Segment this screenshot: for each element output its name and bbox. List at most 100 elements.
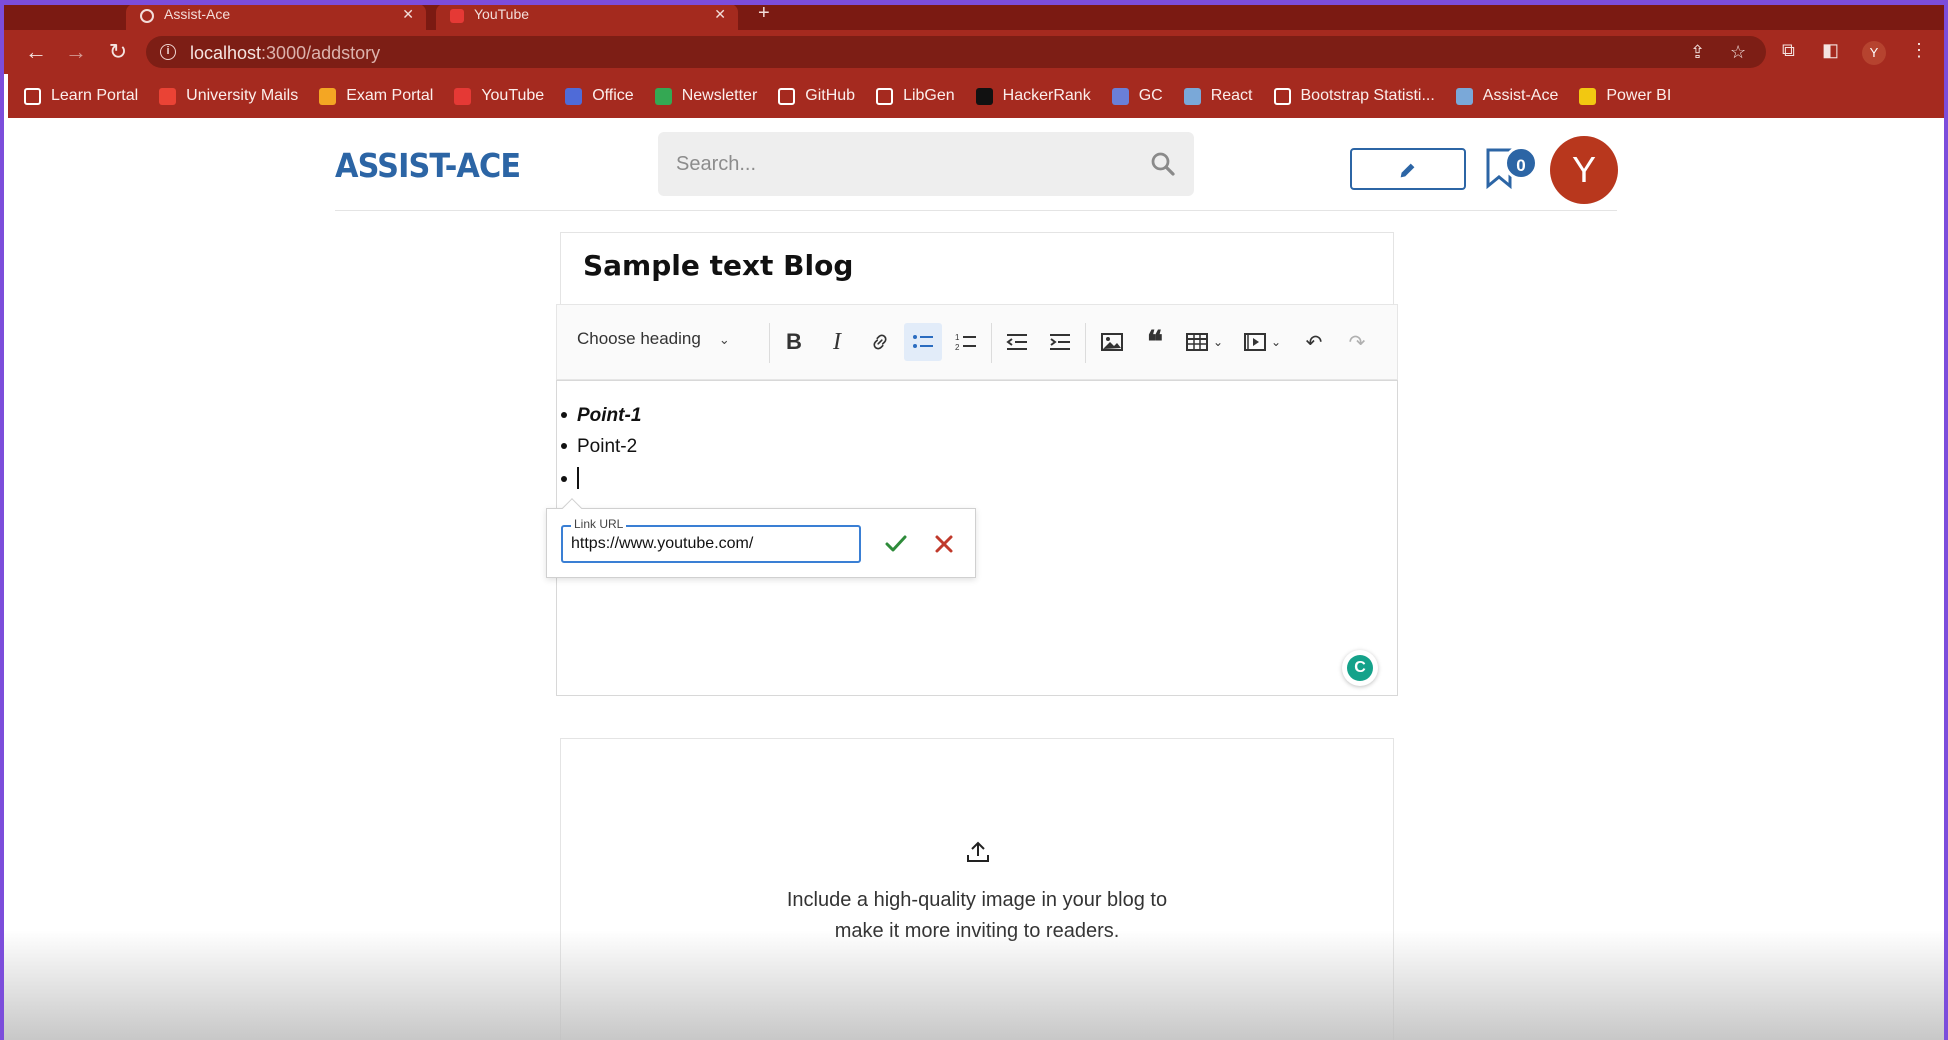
numbered-list-icon: 12: [955, 333, 976, 352]
bookmarks-bar: Learn Portal University Mails Exam Portal Y…: [8, 74, 1944, 118]
undo-icon: ↶: [1305, 331, 1323, 354]
share-icon[interactable]: ⇪: [1690, 42, 1705, 63]
site-logo[interactable]: ASSIST-ACE: [335, 146, 521, 185]
tab-favicon-icon: [140, 9, 154, 23]
bookmark-label: Newsletter: [681, 87, 758, 104]
list-item[interactable]: Point-1: [557, 405, 641, 427]
tab-close-icon[interactable]: ✕: [714, 6, 726, 23]
story-title-field[interactable]: Sample text Blog: [560, 232, 1394, 304]
story-title[interactable]: Sample text Blog: [583, 249, 853, 282]
heading-dropdown[interactable]: Choose heading ⌄: [577, 329, 730, 349]
write-story-button[interactable]: [1350, 148, 1466, 190]
bookmark-item[interactable]: Office: [565, 87, 634, 105]
bookmark-item[interactable]: Power BI: [1579, 87, 1671, 105]
bold-button[interactable]: B: [775, 323, 813, 361]
libgen-icon: [876, 87, 894, 105]
italic-button[interactable]: I: [818, 323, 856, 361]
page: ASSIST-ACE 0 Y Sample text Blog Choose h…: [8, 118, 1944, 1040]
header-divider: [335, 210, 1617, 211]
media-icon: [1243, 333, 1266, 351]
learn-portal-icon: [24, 87, 41, 105]
search-icon[interactable]: [1148, 149, 1178, 179]
insert-media-button[interactable]: ⌄: [1237, 323, 1287, 361]
list-item[interactable]: [557, 467, 579, 491]
office-icon: [565, 87, 583, 105]
user-avatar[interactable]: Y: [1550, 136, 1618, 204]
cancel-link-button[interactable]: [929, 529, 959, 559]
bookmark-label: Exam Portal: [346, 87, 434, 104]
bookmark-label: Assist-Ace: [1482, 87, 1559, 104]
drive-icon: [654, 87, 672, 105]
bookmark-item[interactable]: Newsletter: [654, 87, 758, 105]
star-icon[interactable]: ☆: [1730, 42, 1746, 63]
numbered-list-button[interactable]: 12: [947, 323, 985, 361]
bookmark-item[interactable]: YouTube: [454, 87, 544, 105]
link-url-field[interactable]: Link URL: [561, 517, 861, 563]
list-item[interactable]: Point-2: [557, 436, 637, 458]
react-icon: [1455, 87, 1473, 105]
side-panel-icon[interactable]: ◧: [1822, 40, 1839, 61]
link-url-label: Link URL: [571, 517, 627, 531]
forward-icon[interactable]: →: [62, 38, 90, 66]
tab-youtube[interactable]: YouTube ✕: [436, 4, 738, 30]
insert-table-button[interactable]: ⌄: [1179, 323, 1229, 361]
link-icon: [873, 334, 887, 350]
bookmark-item[interactable]: HackerRank: [975, 87, 1091, 105]
grammarly-button[interactable]: C: [1342, 650, 1378, 686]
blockquote-button[interactable]: ❝: [1136, 323, 1174, 361]
bookmark-label: University Mails: [186, 87, 299, 104]
save-link-button[interactable]: [881, 529, 911, 559]
bookmark-item[interactable]: Assist-Ace: [1455, 87, 1559, 105]
bookmark-item[interactable]: LibGen: [876, 87, 955, 105]
bulleted-list-button[interactable]: [904, 323, 942, 361]
undo-button[interactable]: ↶: [1295, 323, 1333, 361]
link-button[interactable]: [861, 323, 899, 361]
site-info-icon[interactable]: i: [160, 44, 176, 60]
image-upload-area[interactable]: Include a high-quality image in your blo…: [560, 738, 1394, 1040]
tab-close-icon[interactable]: ✕: [402, 6, 414, 23]
bookmark-item[interactable]: Exam Portal: [319, 87, 433, 105]
back-icon[interactable]: ←: [22, 38, 50, 66]
gc-icon: [1111, 87, 1129, 105]
address-bar[interactable]: i localhost:3000/addstory ⇪ ☆: [146, 36, 1766, 68]
bullet-dot: [561, 412, 567, 418]
tab-strip: Assist-Ace ✕ YouTube ✕ +: [0, 0, 1948, 30]
browser-toolbar: ← → ↻ i localhost:3000/addstory ⇪ ☆ ⧉ ◧ …: [0, 30, 1948, 74]
tab-assist-ace[interactable]: Assist-Ace ✕: [126, 4, 426, 30]
new-tab-icon[interactable]: +: [758, 2, 770, 25]
outdent-button[interactable]: [998, 323, 1036, 361]
upload-hint: Include a high-quality image in your blo…: [786, 889, 1168, 942]
bookmark-item[interactable]: GC: [1111, 87, 1163, 105]
bookmark-label: React: [1210, 87, 1253, 104]
bookmark-item[interactable]: GitHub: [778, 87, 855, 105]
chevron-down-icon: ⌄: [718, 332, 730, 347]
reload-icon[interactable]: ↻: [104, 38, 132, 66]
search-input[interactable]: [676, 150, 1136, 178]
github-icon: [778, 87, 796, 105]
bullet-dot: [561, 476, 567, 482]
upload-icon: [967, 841, 989, 862]
menu-kebab-icon[interactable]: ⋮: [1910, 40, 1928, 61]
indent-button[interactable]: [1041, 323, 1079, 361]
svg-text:2: 2: [955, 343, 960, 352]
redo-button[interactable]: ↷: [1338, 323, 1376, 361]
bookmark-item[interactable]: React: [1183, 87, 1253, 105]
tab-title: YouTube: [474, 6, 530, 22]
bookmark-label: GC: [1138, 87, 1163, 104]
bookmark-label: YouTube: [481, 87, 545, 104]
react-icon: [1183, 87, 1201, 105]
bookmark-item[interactable]: Learn Portal: [24, 87, 138, 105]
check-icon: [885, 535, 907, 552]
bold-icon: B: [786, 329, 802, 354]
link-url-input[interactable]: [571, 533, 851, 555]
bookmark-count-badge: 0: [1504, 146, 1538, 180]
bulleted-list-icon: [913, 335, 933, 348]
bookmark-item[interactable]: Bootstrap Statisti...: [1273, 87, 1435, 105]
bullet-dot: [561, 443, 567, 449]
url-text[interactable]: localhost:3000/addstory: [190, 43, 380, 64]
extensions-icon[interactable]: ⧉: [1782, 40, 1795, 61]
chevron-down-icon: ⌄: [1270, 335, 1282, 349]
insert-image-button[interactable]: [1093, 323, 1131, 361]
profile-avatar[interactable]: Y: [1862, 41, 1886, 65]
bookmark-item[interactable]: University Mails: [159, 87, 298, 105]
